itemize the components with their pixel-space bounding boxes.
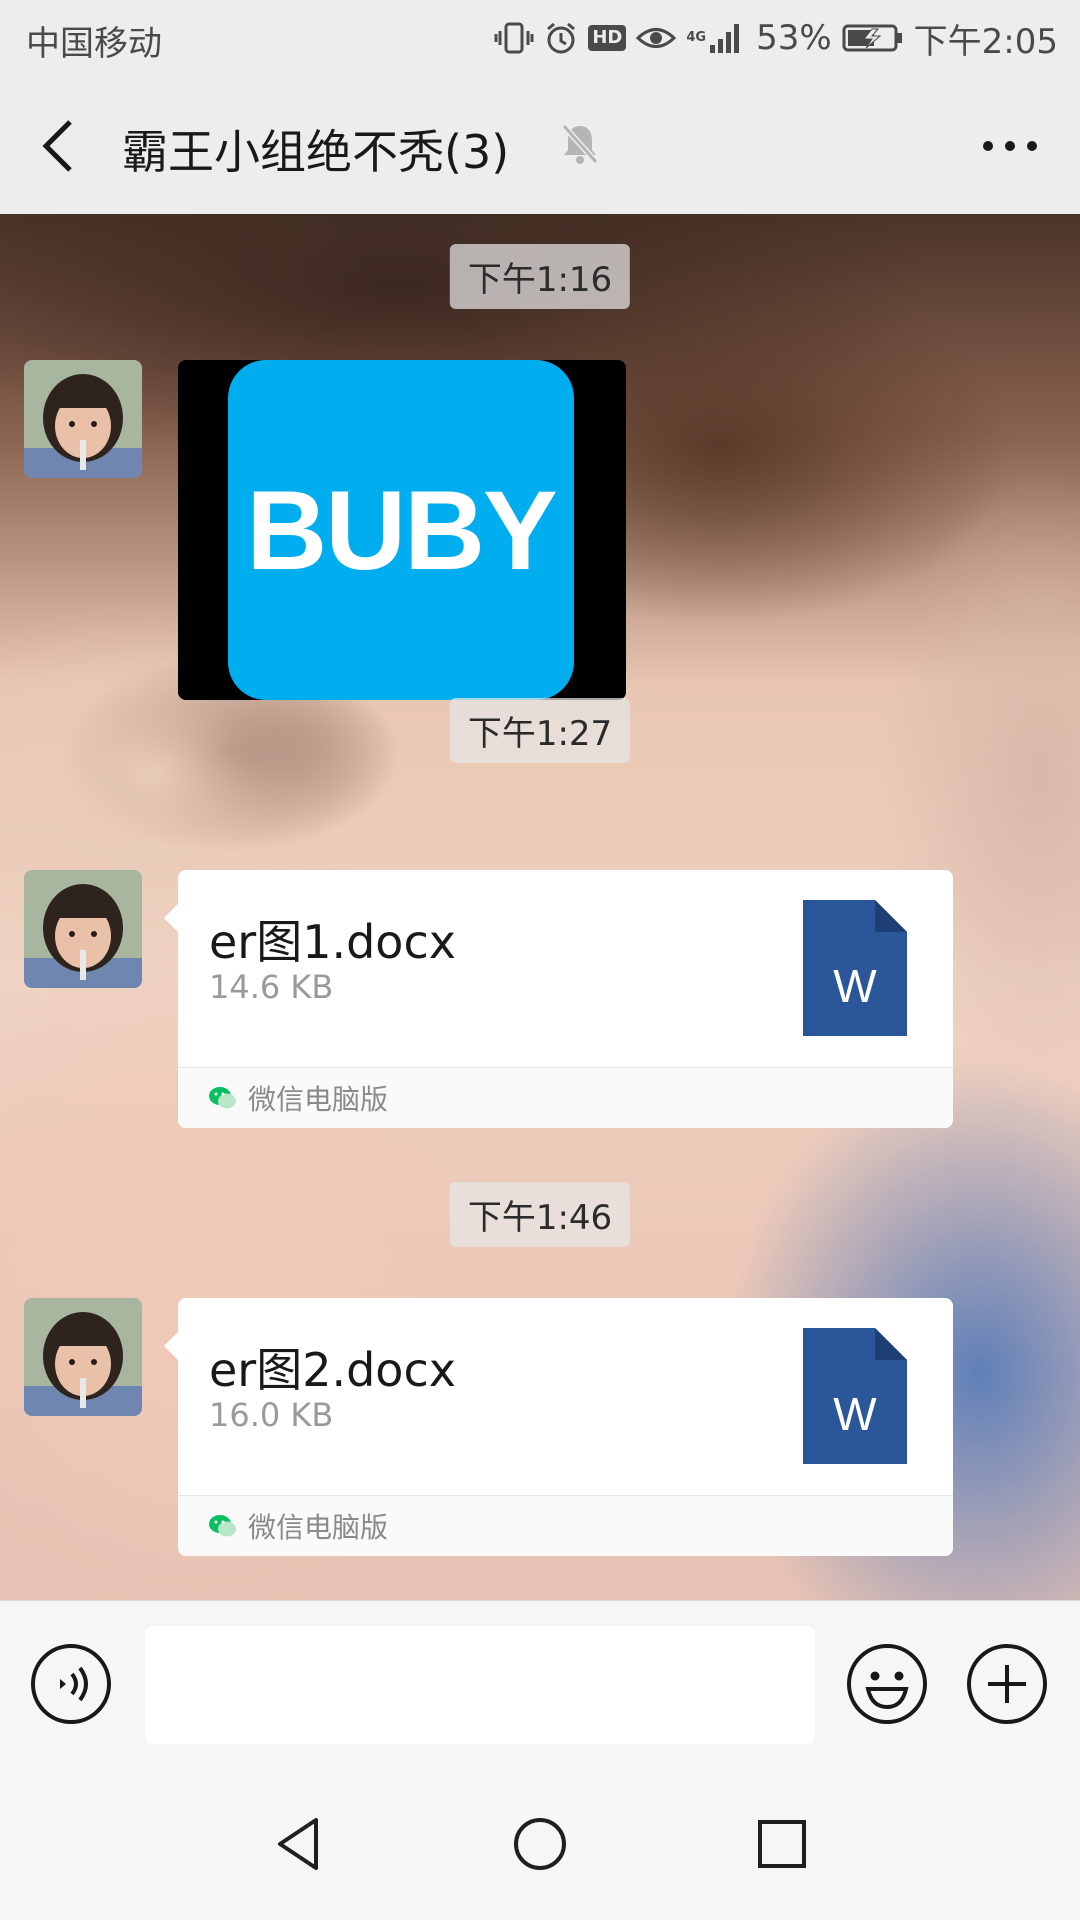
status-icons: HD 4G 53% 下午2:05 xyxy=(494,12,1058,64)
input-bar xyxy=(0,1600,1080,1771)
file-source: 微信电脑版 xyxy=(248,1083,389,1116)
chevron-left-icon xyxy=(42,120,72,172)
wechat-icon xyxy=(209,1087,236,1109)
more-options-button[interactable] xyxy=(970,116,1050,176)
file-source: 微信电脑版 xyxy=(248,1511,389,1544)
file-message[interactable]: er图1.docx 14.6 KB W 微信电脑版 xyxy=(164,870,953,1128)
nav-home-icon[interactable] xyxy=(510,1814,570,1874)
child-portrait-avatar xyxy=(24,360,142,478)
avatar[interactable] xyxy=(24,870,142,988)
bell-off-icon xyxy=(561,124,599,164)
battery-charging-icon xyxy=(842,23,904,53)
smiley-icon[interactable] xyxy=(846,1643,928,1725)
nav-back-icon[interactable] xyxy=(270,1814,330,1874)
hd-badge: HD xyxy=(588,25,627,51)
file-source-footer: 微信电脑版 xyxy=(178,1495,953,1556)
message-timestamp: 下午1:27 xyxy=(449,698,631,763)
more-dots-icon xyxy=(983,141,1037,151)
file-name: er图1.docx xyxy=(209,915,456,969)
alarm-icon xyxy=(544,21,578,55)
word-doc-icon: W xyxy=(803,900,907,1036)
message-timestamp: 下午1:46 xyxy=(449,1182,631,1247)
status-time: 下午2:05 xyxy=(913,21,1058,62)
message-timestamp: 下午1:16 xyxy=(449,244,631,309)
buby-logo: BUBY xyxy=(228,360,574,700)
file-size: 16.0 KB xyxy=(209,1396,334,1434)
eye-comfort-icon xyxy=(636,23,677,53)
image-message[interactable]: BUBY xyxy=(178,360,626,700)
file-message[interactable]: er图2.docx 16.0 KB W 微信电脑版 xyxy=(164,1298,953,1556)
back-button[interactable] xyxy=(30,114,86,178)
status-bar: 中国移动 HD 4G 53% 下午2:05 xyxy=(0,0,1080,76)
voice-icon[interactable] xyxy=(30,1643,112,1725)
message-input[interactable] xyxy=(145,1626,815,1744)
chat-header: 霸王小组绝不秃(3) xyxy=(0,76,1080,214)
nav-recents-icon[interactable] xyxy=(752,1814,812,1874)
network-type: 4G xyxy=(686,30,707,45)
file-source-footer: 微信电脑版 xyxy=(178,1067,953,1128)
file-size: 14.6 KB xyxy=(209,968,334,1006)
carrier-name: 中国移动 xyxy=(26,24,162,64)
battery-percent: 53% xyxy=(756,18,832,58)
vibrate-icon xyxy=(494,21,534,55)
word-letter: W xyxy=(833,960,877,1012)
child-portrait-avatar xyxy=(24,870,142,988)
plus-circle-icon[interactable] xyxy=(966,1643,1048,1725)
avatar[interactable] xyxy=(24,360,142,478)
chat-title: 霸王小组绝不秃(3) xyxy=(122,125,510,179)
file-name: er图2.docx xyxy=(209,1343,456,1397)
word-letter: W xyxy=(833,1388,877,1440)
word-doc-icon: W xyxy=(803,1328,907,1464)
signal-icon: 4G xyxy=(686,21,746,55)
avatar[interactable] xyxy=(24,1298,142,1416)
wechat-icon xyxy=(209,1515,236,1537)
child-portrait-avatar xyxy=(24,1298,142,1416)
chat-messages[interactable]: 下午1:16 BUBY 下午1:27 er图1.docx 14.6 KB W 微… xyxy=(0,214,1080,1600)
system-nav-bar xyxy=(0,1770,1080,1920)
